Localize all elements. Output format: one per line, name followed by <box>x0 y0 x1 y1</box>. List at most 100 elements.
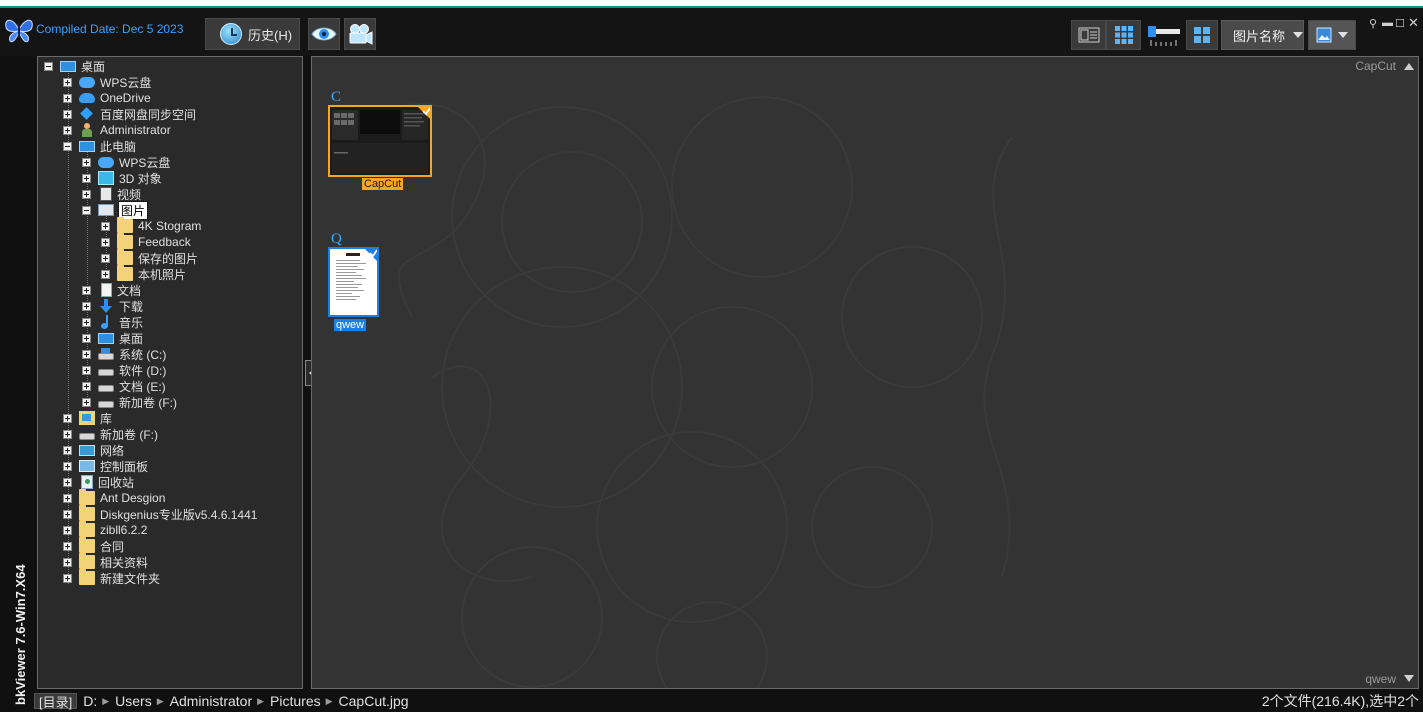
info-view-button[interactable] <box>1071 20 1106 50</box>
history-button-label: 历史(H) <box>248 27 293 43</box>
tree-item[interactable]: 库 <box>63 410 112 426</box>
image-menu-button[interactable] <box>1308 20 1356 50</box>
tree-item[interactable]: WPS云盘 <box>82 154 170 170</box>
expand-icon[interactable] <box>63 109 72 119</box>
collapse-icon[interactable] <box>82 205 91 215</box>
tree-item[interactable]: 新建文件夹 <box>63 569 160 586</box>
expand-icon[interactable] <box>101 221 110 231</box>
expand-icon[interactable] <box>82 157 91 167</box>
thumbnail-qwew[interactable]: qwew <box>328 247 384 337</box>
breadcrumb-item[interactable]: D: ▶ <box>83 693 109 709</box>
tree-item[interactable]: 文档 (E:) <box>82 378 166 394</box>
checkmark-icon[interactable] <box>364 248 378 262</box>
directory-mode-button[interactable]: [目录] <box>34 693 78 710</box>
breadcrumb-item-label: D: <box>83 693 98 709</box>
tree-item[interactable]: 图片 <box>82 200 149 220</box>
expand-icon[interactable] <box>63 509 72 519</box>
expand-icon[interactable] <box>82 189 91 199</box>
preview-eye-button[interactable] <box>308 18 340 50</box>
expand-icon[interactable] <box>82 365 91 375</box>
tree-item[interactable]: 4K Stogram <box>101 217 201 234</box>
tree-item-label: 控制面板 <box>100 459 149 474</box>
expand-icon[interactable] <box>82 301 91 311</box>
tree-item[interactable]: 新加卷 (F:) <box>63 426 158 442</box>
tree-item[interactable]: 音乐 <box>82 314 143 330</box>
tree-item[interactable]: 网络 <box>63 442 124 458</box>
tree-item[interactable]: 新加卷 (F:) <box>82 394 177 410</box>
breadcrumb-item[interactable]: Users ▶ <box>115 693 163 709</box>
expand-icon[interactable] <box>101 237 110 247</box>
sort-dropdown[interactable]: 图片名称 <box>1221 20 1304 50</box>
tree-item[interactable]: WPS云盘 <box>63 74 151 90</box>
expand-icon[interactable] <box>82 333 91 343</box>
tree-item[interactable]: 软件 (D:) <box>82 362 166 378</box>
tree-item[interactable]: 视频 <box>82 186 141 202</box>
thumbnail-viewer[interactable]: CapCut qwew C CapCut Q qwew <box>311 56 1419 689</box>
tree-item[interactable]: OneDrive <box>63 90 151 106</box>
expand-icon[interactable] <box>101 269 110 279</box>
tree-item[interactable]: 此电脑 <box>63 138 136 154</box>
folder-tree[interactable]: 桌面 WPS云盘 OneDrive 百度网盘同步空间 Administrator 此电脑 W… <box>37 56 303 689</box>
scroll-up-arrow-icon[interactable] <box>1404 63 1414 70</box>
tree-item-label: zibll6.2.2 <box>100 523 148 537</box>
tree-item[interactable]: 3D 对象 <box>82 170 162 186</box>
tree-item[interactable]: Feedback <box>101 233 191 250</box>
expand-icon[interactable] <box>63 125 72 135</box>
layout-button[interactable] <box>1186 20 1218 50</box>
breadcrumb-item[interactable]: Pictures ▶ <box>270 693 333 709</box>
tree-item[interactable]: 桌面 <box>82 330 143 346</box>
tree-item[interactable]: Ant Desgion <box>63 489 165 506</box>
expand-icon[interactable] <box>63 557 72 567</box>
tree-item[interactable]: 保存的图片 <box>101 249 198 266</box>
tree-item[interactable]: 本机照片 <box>101 265 186 282</box>
scroll-down-arrow-icon[interactable] <box>1404 675 1414 682</box>
compiled-date: Compiled Date: Dec 5 2023 <box>36 22 184 36</box>
expand-icon[interactable] <box>63 413 72 423</box>
history-button[interactable]: 历史(H) <box>205 18 300 50</box>
expand-icon[interactable] <box>63 429 72 439</box>
tree-item[interactable]: 回收站 <box>63 474 134 490</box>
slideshow-button[interactable] <box>344 18 376 50</box>
tree-item[interactable]: 系统 (C:) <box>82 346 166 362</box>
expand-icon[interactable] <box>82 173 91 183</box>
tree-item[interactable]: 下载 <box>82 298 143 314</box>
expand-icon[interactable] <box>63 493 72 503</box>
tree-item[interactable]: zibll6.2.2 <box>63 521 148 538</box>
expand-icon[interactable] <box>63 573 72 583</box>
tree-item-label: 新加卷 (F:) <box>119 395 177 410</box>
close-icon[interactable]: ✕ <box>1408 15 1419 31</box>
expand-icon[interactable] <box>63 541 72 551</box>
collapse-icon[interactable] <box>63 141 72 151</box>
expand-icon[interactable] <box>82 317 91 327</box>
tree-item[interactable]: Administrator <box>63 122 171 138</box>
expand-icon[interactable] <box>82 285 91 295</box>
expand-icon[interactable] <box>82 381 91 391</box>
collapse-icon[interactable] <box>44 61 53 71</box>
pin-icon[interactable]: ⚲ <box>1369 17 1377 30</box>
expand-icon[interactable] <box>63 461 72 471</box>
tree-item[interactable]: 桌面 <box>44 58 105 74</box>
expand-icon[interactable] <box>63 525 72 535</box>
expand-icon[interactable] <box>63 445 72 455</box>
breadcrumb-item[interactable]: CapCut.jpg <box>339 693 409 709</box>
expand-icon[interactable] <box>101 253 110 263</box>
tree-item[interactable]: 合同 <box>63 537 124 554</box>
expand-icon[interactable] <box>63 477 72 487</box>
expand-icon[interactable] <box>63 77 72 87</box>
thumbnail-capcut[interactable]: CapCut <box>328 105 434 195</box>
grid-view-button[interactable] <box>1106 20 1141 50</box>
breadcrumb-item[interactable]: Administrator ▶ <box>170 693 264 709</box>
maximize-icon[interactable]: ☐ <box>1395 17 1405 30</box>
tree-item[interactable]: 控制面板 <box>63 458 148 474</box>
expand-icon[interactable] <box>82 349 91 359</box>
tree-item[interactable]: 相关资料 <box>63 553 148 570</box>
checkmark-icon[interactable] <box>417 106 431 120</box>
tree-item[interactable]: 百度网盘同步空间 <box>63 106 196 122</box>
film-icon <box>100 187 112 201</box>
minimize-icon[interactable]: ▬ <box>1382 17 1393 29</box>
tree-item[interactable]: Diskgenius专业版v5.4.6.1441 <box>63 505 257 522</box>
thumbnail-size-slider[interactable] <box>1147 20 1181 50</box>
expand-icon[interactable] <box>82 397 91 407</box>
tree-item[interactable]: 文档 <box>82 282 141 298</box>
expand-icon[interactable] <box>63 93 72 103</box>
